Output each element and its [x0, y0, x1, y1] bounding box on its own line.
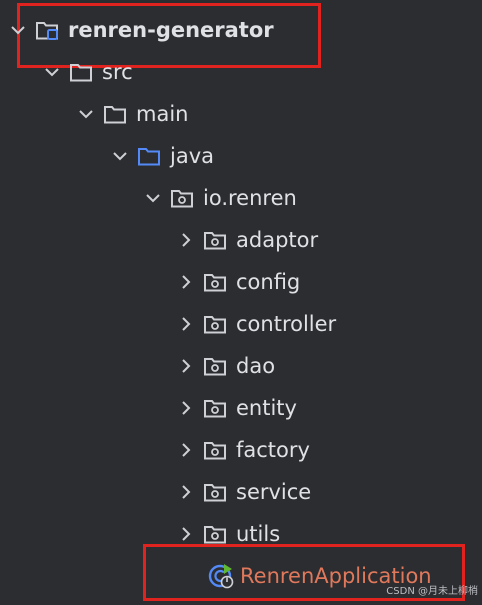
chevron-down-icon[interactable] [43, 63, 61, 81]
tree-node-label: java [170, 144, 214, 168]
tree-node-package-io-renren[interactable]: io.renren [0, 177, 482, 219]
tree-node-adaptor[interactable]: adaptor [0, 219, 482, 261]
tree-node-src[interactable]: src [0, 51, 482, 93]
package-icon [203, 229, 229, 251]
chevron-down-icon[interactable] [111, 147, 129, 165]
package-icon [203, 439, 229, 461]
chevron-right-icon[interactable] [177, 315, 195, 333]
tree-node-label: controller [236, 312, 337, 336]
tree-node-label: entity [236, 396, 297, 420]
chevron-right-icon[interactable] [177, 525, 195, 543]
tree-node-label: main [136, 102, 189, 126]
tree-node-entity[interactable]: entity [0, 387, 482, 429]
package-icon [203, 397, 229, 419]
package-icon [203, 271, 229, 293]
module-folder-icon [35, 19, 61, 41]
chevron-down-icon[interactable] [144, 189, 162, 207]
watermark: CSDN @月未上柳梢 [386, 586, 478, 597]
tree-node-service[interactable]: service [0, 471, 482, 513]
tree-node-label: service [236, 480, 312, 504]
chevron-right-icon[interactable] [177, 483, 195, 501]
tree-node-factory[interactable]: factory [0, 429, 482, 471]
chevron-down-icon[interactable] [77, 105, 95, 123]
tree-node-label: utils [236, 522, 281, 546]
tree-node-config[interactable]: config [0, 261, 482, 303]
folder-icon [69, 61, 95, 83]
tree-node-label: io.renren [203, 186, 297, 210]
chevron-right-icon[interactable] [177, 231, 195, 249]
chevron-down-icon[interactable] [9, 21, 27, 39]
tree-node-label: src [102, 60, 133, 84]
package-icon [203, 481, 229, 503]
chevron-right-icon[interactable] [177, 273, 195, 291]
package-icon [170, 187, 196, 209]
tree-node-controller[interactable]: controller [0, 303, 482, 345]
tree-node-java[interactable]: java [0, 135, 482, 177]
package-icon [203, 355, 229, 377]
folder-icon [103, 103, 129, 125]
tree-node-label: adaptor [236, 228, 319, 252]
chevron-right-icon[interactable] [177, 441, 195, 459]
chevron-right-icon[interactable] [177, 357, 195, 375]
spring-boot-class-icon [207, 563, 237, 589]
tree-node-main[interactable]: main [0, 93, 482, 135]
tree-node-label: dao [236, 354, 276, 378]
tree-node-label: config [236, 270, 301, 294]
tree-node-label: factory [236, 438, 310, 462]
package-icon [203, 523, 229, 545]
tree-node-utils[interactable]: utils [0, 513, 482, 555]
chevron-right-icon[interactable] [177, 399, 195, 417]
tree-node-dao[interactable]: dao [0, 345, 482, 387]
tree-node-root[interactable]: renren-generator [0, 9, 482, 51]
source-folder-icon [137, 145, 163, 167]
package-icon [203, 313, 229, 335]
tree-node-label: renren-generator [68, 18, 274, 42]
